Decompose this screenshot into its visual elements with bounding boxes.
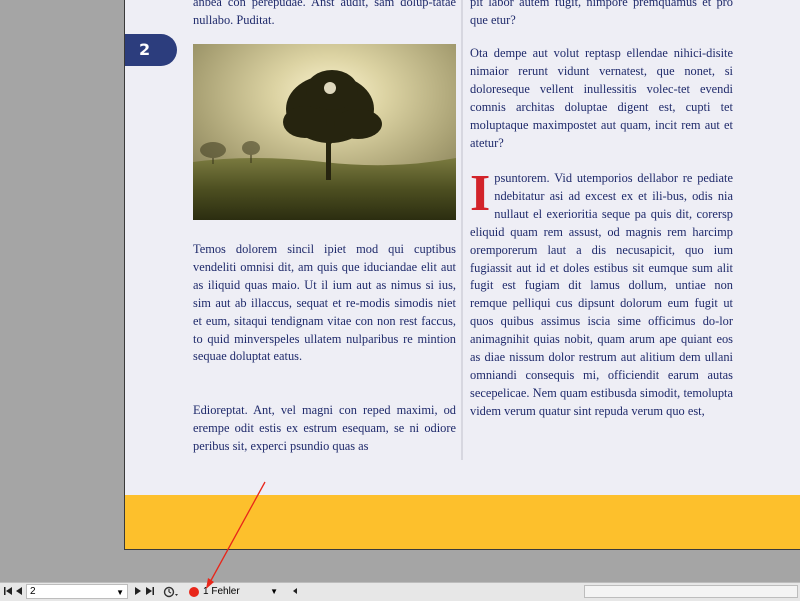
footer-band — [125, 495, 800, 549]
error-dot-icon — [189, 587, 199, 597]
document-page: 2 anbea con perepudae. Anst audit, sam d… — [125, 0, 800, 549]
text-right-paragraph-2-body: psuntorem. Vid utemporios dellabor re pe… — [470, 171, 733, 418]
text-right-paragraph-2: Ipsuntorem. Vid utemporios dellabor re p… — [470, 165, 733, 421]
text-left-paragraph-1: Temos dolorem sincil ipiet mod qui cupti… — [193, 242, 456, 364]
preflight-error-menu[interactable]: 1 Fehler ▼ — [184, 584, 286, 599]
prev-page-icon[interactable] — [14, 586, 24, 598]
text-left-top: anbea con perepudae. Anst audit, sam dol… — [193, 0, 456, 27]
column-divider — [461, 0, 463, 460]
chevron-down-icon[interactable]: ▼ — [116, 586, 124, 599]
tree-photo — [193, 44, 456, 220]
error-label: 1 Fehler — [203, 586, 240, 597]
drop-cap: I — [470, 165, 491, 222]
status-bar: 2 ▼ 1 Fehler ▼ — [0, 582, 800, 601]
preflight-icon[interactable] — [163, 586, 179, 598]
text-right-paragraph-1: Ota dempe aut volut reptasp ellendae nih… — [470, 46, 733, 150]
horizontal-scrollbar[interactable] — [584, 585, 798, 598]
chevron-down-icon[interactable]: ▼ — [270, 585, 278, 598]
page-number-value: 2 — [30, 586, 36, 597]
page-edge-bottom — [124, 549, 800, 550]
next-page-icon[interactable] — [133, 586, 143, 598]
text-right-top: pit labor autem fugit, nimpore premquamu… — [470, 0, 733, 27]
text-left-paragraph-2: Edioreptat. Ant, vel magni con reped max… — [193, 403, 456, 453]
scroll-left-icon[interactable] — [290, 586, 300, 598]
first-page-icon[interactable] — [3, 586, 13, 598]
last-page-icon[interactable] — [145, 586, 155, 598]
page-number-tab: 2 — [125, 34, 177, 66]
page-number: 2 — [139, 40, 151, 59]
page-number-field[interactable]: 2 ▼ — [26, 584, 128, 599]
